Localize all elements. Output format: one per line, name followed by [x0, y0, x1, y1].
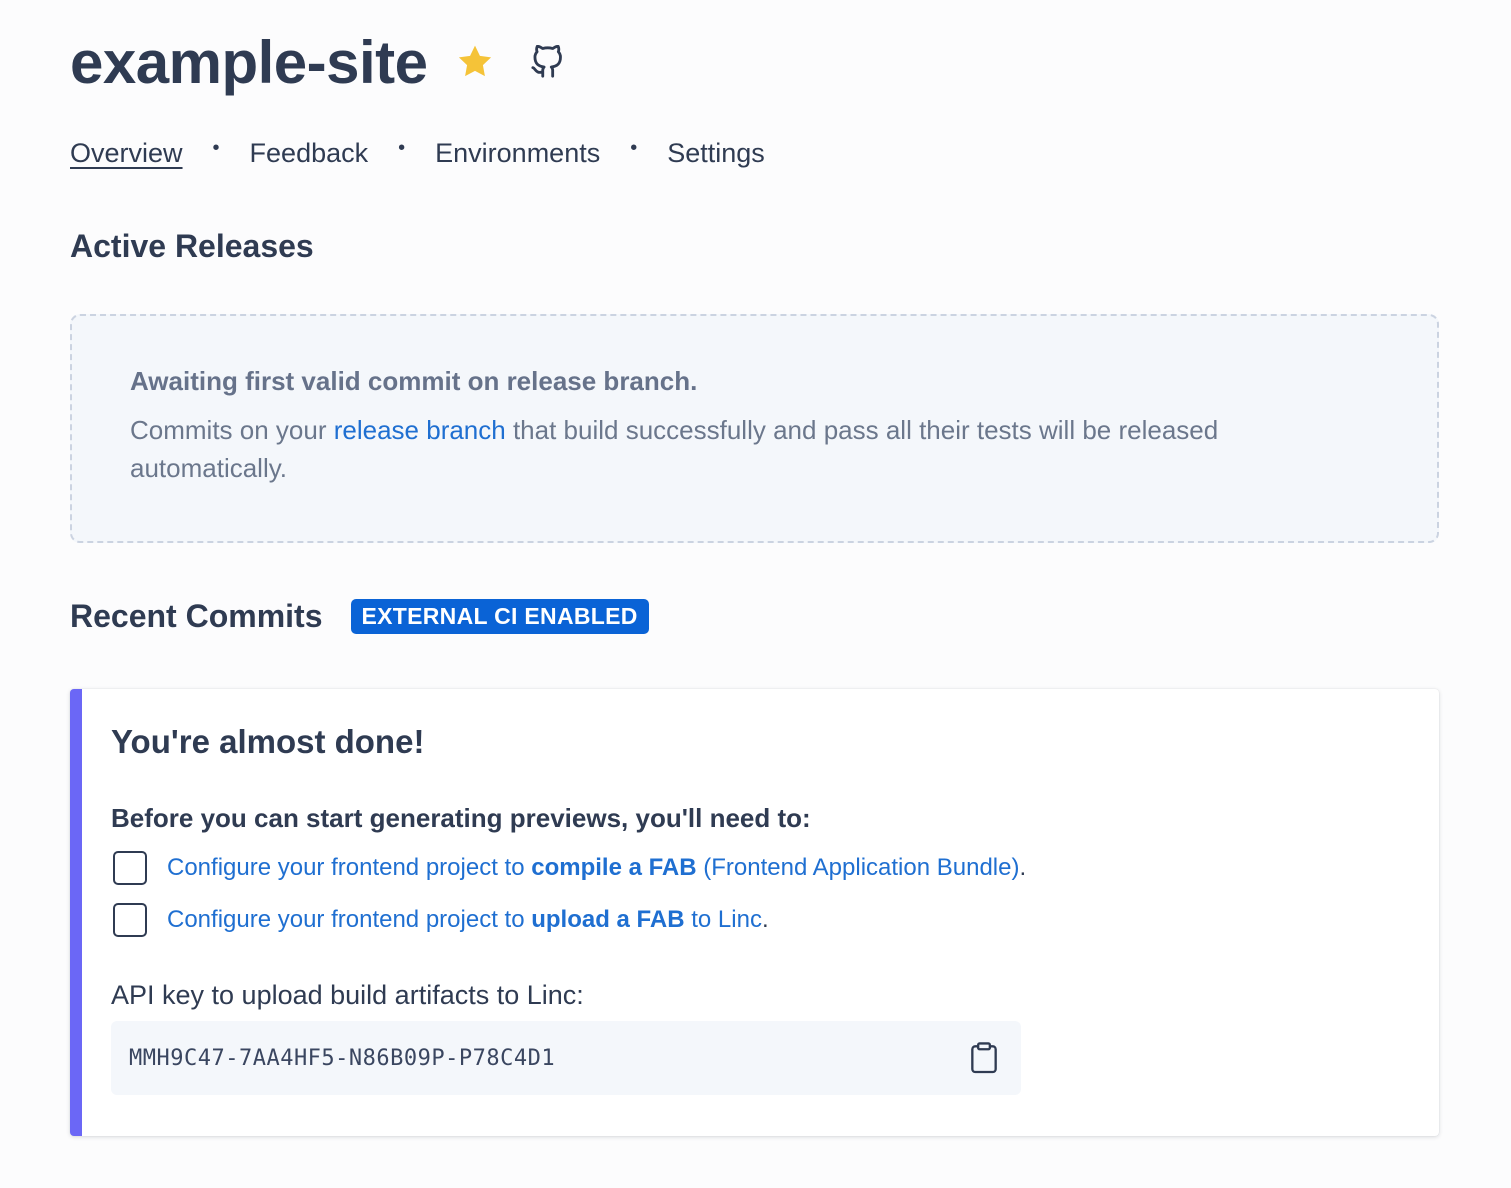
- task-prefix: Configure your frontend project to: [167, 854, 532, 881]
- task-end: .: [1019, 854, 1027, 881]
- clipboard-icon[interactable]: [969, 1041, 999, 1075]
- task-checkbox[interactable]: [113, 851, 147, 885]
- recent-commits-header: Recent Commits EXTERNAL CI ENABLED: [70, 598, 649, 635]
- github-icon[interactable]: [530, 45, 564, 79]
- external-ci-badge: EXTERNAL CI ENABLED: [350, 599, 649, 634]
- nav-overview[interactable]: Overview: [70, 138, 183, 169]
- empty-state-title: Awaiting first valid commit on release b…: [130, 366, 698, 396]
- recent-commits-heading: Recent Commits: [70, 598, 323, 634]
- release-branch-link[interactable]: release branch: [334, 415, 506, 445]
- title-row: example-site: [70, 22, 564, 102]
- task-upload-fab: Configure your frontend project to uploa…: [111, 902, 1409, 938]
- active-releases-heading: Active Releases: [70, 228, 314, 264]
- api-key-field: MMH9C47-7AA4HF5-N86B09P-P78C4D1: [111, 1021, 1021, 1095]
- setup-card-intro: Before you can start generating previews…: [111, 803, 811, 833]
- setup-card-title: You're almost done!: [111, 723, 425, 760]
- task-compile-fab: Configure your frontend project to compi…: [111, 850, 1409, 886]
- empty-text-before: Commits on your: [130, 415, 334, 445]
- nav-separator: •: [212, 137, 220, 159]
- active-releases-empty-state: Awaiting first valid commit on release b…: [70, 314, 1439, 543]
- task-upload-fab-link[interactable]: Configure your frontend project to uploa…: [167, 906, 762, 934]
- task-compile-fab-link[interactable]: Configure your frontend project to compi…: [167, 854, 1019, 882]
- project-nav: Overview • Feedback • Environments • Set…: [70, 137, 765, 169]
- nav-feedback[interactable]: Feedback: [250, 138, 369, 169]
- task-bold: compile a FAB: [531, 854, 697, 881]
- nav-settings[interactable]: Settings: [667, 138, 765, 169]
- nav-separator: •: [398, 137, 406, 159]
- empty-state-text: Commits on your release branch that buil…: [130, 411, 1379, 487]
- project-page: example-site Overview • Feedback • Envir…: [0, 0, 1511, 1188]
- task-checkbox[interactable]: [113, 903, 147, 937]
- task-suffix: (Frontend Application Bundle): [696, 854, 1020, 881]
- task-end: .: [761, 906, 769, 933]
- setup-card: You're almost done! Before you can start…: [70, 689, 1439, 1136]
- task-bold: upload a FAB: [531, 906, 685, 933]
- api-key-label: API key to upload build artifacts to Lin…: [111, 980, 584, 1010]
- nav-separator: •: [630, 137, 638, 159]
- task-prefix: Configure your frontend project to: [167, 906, 532, 933]
- nav-environments[interactable]: Environments: [435, 138, 600, 169]
- page-title: example-site: [70, 28, 428, 96]
- api-key-value[interactable]: MMH9C47-7AA4HF5-N86B09P-P78C4D1: [129, 1046, 555, 1071]
- star-icon[interactable]: [454, 41, 496, 83]
- task-suffix: to Linc: [684, 906, 762, 933]
